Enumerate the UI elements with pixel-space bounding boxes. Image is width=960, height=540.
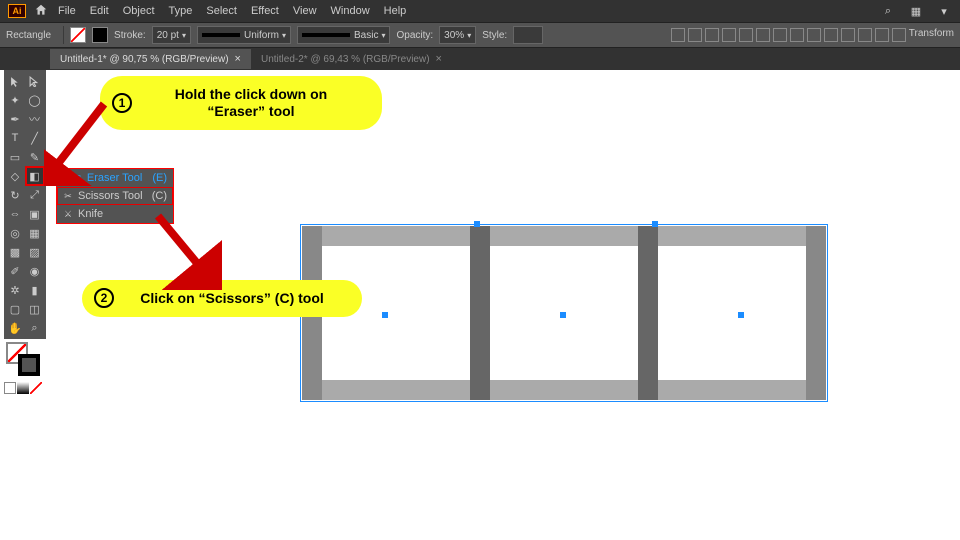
app-logo-icon: Ai (8, 4, 26, 18)
document-tab-inactive[interactable]: Untitled-2* @ 69,43 % (RGB/Preview)× (251, 49, 452, 69)
knife-icon: ⚔ (63, 209, 73, 219)
flyout-scissors-tool[interactable]: ✂ Scissors Tool(C) (57, 187, 173, 205)
brush-definition[interactable]: Basic▾ (297, 26, 390, 44)
menu-view[interactable]: View (293, 5, 317, 17)
selection-tool-icon[interactable] (6, 72, 24, 90)
symbol-sprayer-icon[interactable]: ✲ (6, 281, 24, 299)
align-cluster: Transform (671, 28, 954, 42)
eraser-tool-icon[interactable]: ◧ (26, 167, 44, 185)
align-icon[interactable] (841, 28, 855, 42)
pen-tool-icon[interactable]: ✒ (6, 110, 24, 128)
rectangle-tool-icon[interactable]: ▭ (6, 148, 24, 166)
direct-selection-tool-icon[interactable] (26, 72, 44, 90)
align-icon[interactable] (756, 28, 770, 42)
transform-link[interactable]: Transform (909, 28, 954, 42)
arrange-icon[interactable]: ▾ (936, 3, 952, 19)
paintbrush-tool-icon[interactable]: ✎ (26, 148, 44, 166)
annotation-number: 1 (112, 93, 132, 113)
align-icon[interactable] (705, 28, 719, 42)
eyedropper-tool-icon[interactable]: ✐ (6, 262, 24, 280)
align-icon[interactable] (722, 28, 736, 42)
lasso-tool-icon[interactable]: ◯ (26, 91, 44, 109)
document-tab-active[interactable]: Untitled-1* @ 90,75 % (RGB/Preview)× (50, 49, 251, 69)
none-mode-icon[interactable] (30, 382, 42, 394)
align-icon[interactable] (824, 28, 838, 42)
align-icon[interactable] (892, 28, 906, 42)
perspective-grid-icon[interactable]: ▦ (26, 224, 44, 242)
blend-tool-icon[interactable]: ◉ (26, 262, 44, 280)
menu-type[interactable]: Type (169, 5, 193, 17)
control-bar: Rectangle Stroke: 20 pt▾ Uniform▾ Basic▾… (0, 22, 960, 48)
fill-swatch[interactable] (70, 27, 86, 43)
stroke-weight-field[interactable]: 20 pt▾ (152, 26, 191, 44)
selection-handle[interactable] (560, 312, 566, 318)
align-icon[interactable] (739, 28, 753, 42)
opacity-label: Opacity: (396, 30, 433, 41)
scissors-icon: ✂ (63, 191, 73, 201)
color-mode-icon[interactable] (4, 382, 16, 394)
align-icon[interactable] (688, 28, 702, 42)
mesh-tool-icon[interactable]: ▩ (6, 243, 24, 261)
menu-object[interactable]: Object (123, 5, 155, 17)
gradient-mode-icon[interactable] (17, 382, 29, 394)
type-tool-icon[interactable]: T (6, 129, 24, 147)
style-label: Style: (482, 30, 507, 41)
annotation-arrow-icon (152, 210, 222, 290)
free-transform-icon[interactable]: ▣ (26, 205, 44, 223)
menu-window[interactable]: Window (331, 5, 370, 17)
column-graph-icon[interactable]: ▮ (26, 281, 44, 299)
align-icon[interactable] (807, 28, 821, 42)
annotation-callout-2: 2 Click on “Scissors” (C) tool (82, 280, 362, 317)
selection-handle[interactable] (652, 221, 658, 227)
menu-help[interactable]: Help (384, 5, 407, 17)
color-mode-row (4, 382, 42, 394)
annotation-arrow-icon (44, 96, 114, 186)
search-icon[interactable]: ⌕ (880, 3, 896, 19)
menu-effect[interactable]: Effect (251, 5, 279, 17)
stroke-profile[interactable]: Uniform▾ (197, 26, 291, 44)
width-tool-icon[interactable]: ⇔ (6, 205, 24, 223)
home-icon[interactable] (34, 3, 48, 20)
artboard-tool-icon[interactable]: ▢ (6, 300, 24, 318)
align-icon[interactable] (671, 28, 685, 42)
stroke-box-icon[interactable] (18, 354, 40, 376)
hand-tool-icon[interactable]: ✋ (6, 319, 24, 337)
annotation-number: 2 (94, 288, 114, 308)
align-icon[interactable] (858, 28, 872, 42)
menu-edit[interactable]: Edit (90, 5, 109, 17)
shaper-tool-icon[interactable]: ◇ (6, 167, 24, 185)
style-swatch[interactable] (513, 26, 543, 44)
active-tool-label: Rectangle (6, 30, 51, 41)
gradient-tool-icon[interactable]: ▨ (26, 243, 44, 261)
align-icon[interactable] (875, 28, 889, 42)
document-tab-bar: Untitled-1* @ 90,75 % (RGB/Preview)× Unt… (0, 48, 960, 70)
selection-handle[interactable] (738, 312, 744, 318)
selection-handle[interactable] (382, 312, 388, 318)
artboard-shapes (302, 226, 826, 400)
close-icon[interactable]: × (235, 53, 241, 65)
menubar: Ai File Edit Object Type Select Effect V… (0, 0, 960, 22)
opacity-field[interactable]: 30%▾ (439, 26, 476, 44)
line-tool-icon[interactable]: ╱ (26, 129, 44, 147)
slice-tool-icon[interactable]: ◫ (26, 300, 44, 318)
close-icon[interactable]: × (436, 53, 442, 65)
workspace-icon[interactable]: ▦ (908, 3, 924, 19)
fill-stroke-indicator[interactable] (4, 340, 46, 376)
curvature-tool-icon[interactable]: 〰 (26, 110, 44, 128)
selection-handle[interactable] (474, 221, 480, 227)
align-icon[interactable] (773, 28, 787, 42)
stroke-swatch[interactable] (92, 27, 108, 43)
menu-file[interactable]: File (58, 5, 76, 17)
align-icon[interactable] (790, 28, 804, 42)
annotation-callout-1: 1 Hold the click down on“Eraser” tool (100, 76, 382, 130)
magic-wand-icon[interactable]: ✦ (6, 91, 24, 109)
shape-builder-icon[interactable]: ◎ (6, 224, 24, 242)
tools-panel: ✦ ◯ ✒ 〰 T ╱ ▭ ✎ ◇ ◧ ↻ ⤢ ⇔ ▣ ◎ ▦ ▩ ▨ ✐ ◉ … (4, 70, 46, 339)
stroke-label: Stroke: (114, 30, 146, 41)
zoom-tool-icon[interactable]: ⌕ (26, 319, 44, 337)
scale-tool-icon[interactable]: ⤢ (26, 186, 44, 204)
rotate-tool-icon[interactable]: ↻ (6, 186, 24, 204)
menu-select[interactable]: Select (206, 5, 237, 17)
